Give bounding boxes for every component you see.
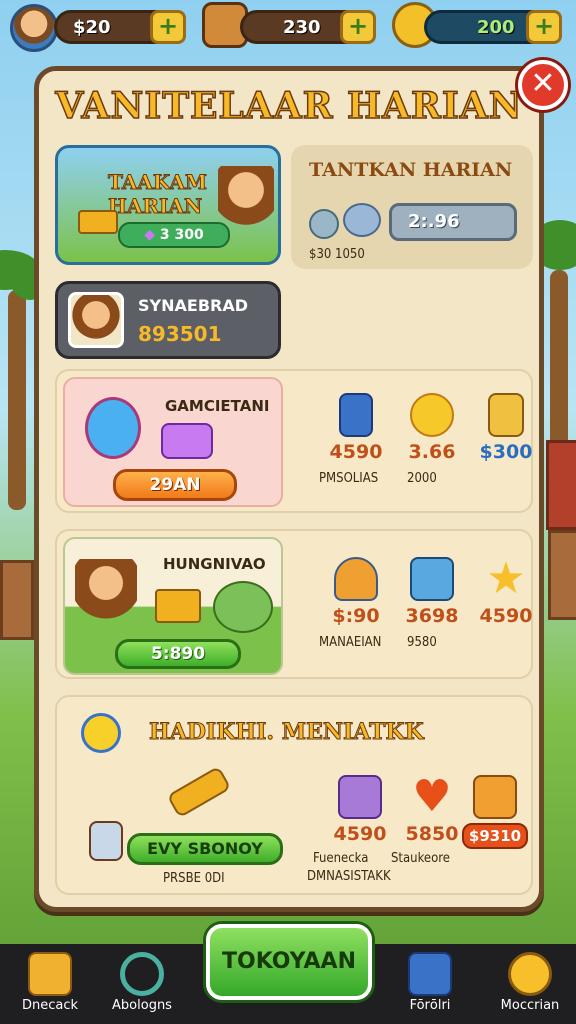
daily-challenge-field: 2:.96 <box>389 203 517 241</box>
nav-search[interactable]: Abologns <box>92 944 192 1024</box>
cash-value: $20 <box>73 16 111 38</box>
gold-bars-icon-2 <box>155 589 201 623</box>
reward-row-2-art: HUNGNIVAO 5:890 <box>63 537 283 675</box>
reward-7-value: 4590 <box>333 823 387 845</box>
daily-challenge-card[interactable]: TANTKAN HARIAN 2:.96 $30 1050 <box>291 145 533 269</box>
nav-settings[interactable]: Moccrian <box>480 944 576 1024</box>
home-icon <box>28 952 72 996</box>
reward-row-3-caption-2: DMNASISTAKK <box>307 869 391 884</box>
sync-value: 893501 <box>138 322 222 346</box>
reward-5-value: 3698 <box>405 605 459 627</box>
sync-avatar-icon <box>68 292 124 348</box>
card-icon <box>339 393 373 437</box>
sun-icon <box>410 393 454 437</box>
reward-6-value: 4590 <box>479 605 533 627</box>
treasure-icon <box>473 775 517 819</box>
gem-icon: ◆ <box>144 227 156 243</box>
reward-7-puzzle: 4590 <box>325 775 395 845</box>
reward-row-3-caption: PRSBE 0DI <box>163 871 225 886</box>
house-icon <box>488 393 524 437</box>
add-cash-button[interactable]: + <box>150 10 186 44</box>
daily-task-badge-value: 3 300 <box>159 227 204 243</box>
reward-row-3-caption-3: Staukeore <box>391 851 450 866</box>
reward-row-3-button[interactable]: EVY SBONOY <box>127 833 283 865</box>
gold-bars-icon <box>78 210 118 234</box>
reward-1-value: 4590 <box>329 441 383 463</box>
nav-home-label: Dnecack <box>21 998 79 1013</box>
reward-row-2-button[interactable]: 5:890 <box>115 639 241 669</box>
potion-jar-icon <box>89 821 123 861</box>
reward-row-1-button[interactable]: 29AN <box>113 469 237 501</box>
reward-5-gem: 3698 <box>397 557 467 627</box>
daily-panel: VANITELAAR HARIAN TAAKAM HARIAN ◆ 3 300 … <box>34 66 544 912</box>
reward-row-1-art: GAMCIETANI 29AN <box>63 377 283 507</box>
reward-4-shell: $:90 <box>321 557 391 627</box>
sync-card[interactable]: SYNAEBRAD 893501 <box>55 281 281 359</box>
reward-3-value: $300 <box>479 441 533 463</box>
reward-row-2-caption-2: 9580 <box>407 635 437 650</box>
hut-right <box>548 530 576 620</box>
panel-title: VANITELAAR HARIAN <box>55 84 523 128</box>
gear-icon <box>508 952 552 996</box>
nav-home[interactable]: Dnecack <box>0 944 100 1024</box>
coin-stack-icon <box>309 209 339 239</box>
nav-settings-label: Moccrian <box>500 998 560 1013</box>
daily-task-badge: ◆ 3 300 <box>118 222 230 248</box>
daily-task-card[interactable]: TAAKAM HARIAN ◆ 3 300 <box>55 145 281 265</box>
blue-creature-icon <box>85 397 141 459</box>
close-button[interactable]: ✕ <box>518 60 568 110</box>
lamp-icon <box>81 713 121 753</box>
reward-row-3-title: HADIKHI. MENIATKK <box>149 719 425 746</box>
coin-value: 200 <box>477 16 515 38</box>
hut-left <box>0 560 34 640</box>
puzzle-icon <box>338 775 382 819</box>
nav-shield-label: Fōrōlri <box>409 998 451 1013</box>
reward-4-value: $:90 <box>332 605 380 627</box>
purple-cake-icon <box>161 423 213 459</box>
gem-icon <box>410 557 454 601</box>
reward-1-card: 4590 <box>321 393 391 463</box>
star-icon: ★ <box>486 553 526 604</box>
player-avatar[interactable] <box>10 4 58 52</box>
heart-icon: ♥ <box>412 771 452 822</box>
reward-9-value: $9310 <box>468 827 522 845</box>
hero-character-icon-2 <box>75 559 137 639</box>
sync-title: SYNAEBRAD <box>138 296 248 315</box>
reward-row-1: GAMCIETANI 29AN 4590 3.66 $300 PMSOLIAS … <box>55 369 533 513</box>
daily-task-title-1: TAAKAM <box>107 170 208 195</box>
reward-row-2-caption-1: MANAEIAN <box>319 635 382 650</box>
reward-row-3-caption-1: Fuenecka <box>313 851 369 866</box>
daily-challenge-caption: $30 1050 <box>309 247 365 262</box>
golden-key-icon <box>166 765 232 819</box>
reward-row-3: HADIKHI. MENIATKK EVY SBONOY PRSBE 0DI 4… <box>55 695 533 895</box>
daily-task-title-2: HARIAN <box>107 194 203 219</box>
reward-row-2: HUNGNIVAO 5:890 $:90 3698 ★ 4590 MANAEIA… <box>55 529 533 679</box>
reward-9-treasure: $9310 <box>457 775 533 849</box>
reward-2-value: 3.66 <box>408 441 456 463</box>
hut-roof-right <box>546 440 576 530</box>
daily-challenge-title: TANTKAN HARIAN <box>309 159 513 181</box>
reward-row-2-title: HUNGNIVAO <box>163 555 266 573</box>
reward-9-badge: $9310 <box>462 823 528 849</box>
cloud-icon <box>343 203 381 237</box>
shield-icon <box>408 952 452 996</box>
crate-value: 230 <box>283 16 321 38</box>
reward-2-sun: 3.66 <box>397 393 467 463</box>
magnifier-icon <box>120 952 164 996</box>
top-resource-bar: $20 + 230 + 200 + <box>0 0 576 56</box>
main-action-button[interactable]: TOKOYAAN <box>206 924 372 1000</box>
nav-shield[interactable]: Fōrōlri <box>380 944 480 1024</box>
green-beast-icon <box>213 581 273 633</box>
reward-row-1-caption-2: 2000 <box>407 471 437 486</box>
nav-search-label: Abologns <box>112 998 172 1013</box>
reward-row-1-caption-1: PMSOLIAS <box>319 471 379 486</box>
reward-6-star: ★ 4590 <box>471 553 541 628</box>
add-crate-button[interactable]: + <box>340 10 376 44</box>
shell-icon <box>334 557 378 601</box>
add-coin-button[interactable]: + <box>526 10 562 44</box>
reward-3-house: $300 <box>471 393 541 463</box>
reward-row-1-title: GAMCIETANI <box>165 397 270 415</box>
